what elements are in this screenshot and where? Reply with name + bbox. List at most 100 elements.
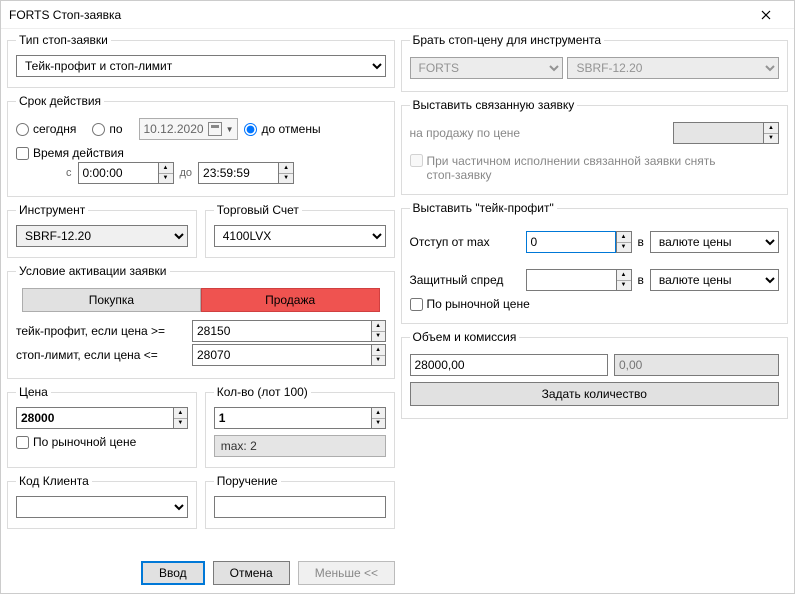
stop-type-group: Тип стоп-заявки Тейк-профит и стоп-лимит — [7, 33, 395, 88]
spin-down-icon[interactable]: ▼ — [372, 356, 385, 366]
sl-price-input[interactable] — [192, 344, 371, 366]
spread-input[interactable] — [526, 269, 616, 291]
chevron-down-icon: ▼ — [226, 125, 234, 134]
price-spinner[interactable]: ▲▼ — [16, 407, 188, 429]
spin-up-icon[interactable]: ▲ — [617, 270, 631, 281]
spread-in-label: в — [638, 273, 644, 287]
less-button[interactable]: Меньше << — [298, 561, 395, 585]
radio-today-input[interactable] — [16, 123, 29, 136]
spin-down-icon[interactable]: ▼ — [174, 419, 187, 429]
submit-button[interactable]: Ввод — [141, 561, 205, 585]
client-code-group: Код Клиента — [7, 474, 197, 529]
time-from-spinner[interactable]: ▲▼ — [78, 162, 174, 184]
spin-up-icon[interactable]: ▲ — [617, 232, 631, 243]
price-legend: Цена — [16, 385, 51, 399]
order-ref-legend: Поручение — [214, 474, 281, 488]
order-ref-input[interactable] — [214, 496, 386, 518]
calendar-icon — [208, 122, 222, 136]
check-market-price-input[interactable] — [16, 436, 29, 449]
spin-down-icon[interactable]: ▼ — [159, 174, 173, 184]
check-time-range-input[interactable] — [16, 147, 29, 160]
window-title: FORTS Стоп-заявка — [9, 8, 121, 22]
linked-price-input[interactable] — [673, 122, 763, 144]
radio-today[interactable]: сегодня — [16, 122, 76, 136]
tp-condition-label: тейк-профит, если цена >= — [16, 324, 186, 338]
account-select[interactable]: 4100LVX — [214, 225, 386, 247]
commission-display — [614, 354, 779, 376]
offset-unit-select[interactable]: валюте цены — [650, 231, 779, 253]
account-group: Торговый Счет 4100LVX — [205, 203, 395, 258]
time-from-input[interactable] — [78, 162, 158, 184]
spread-label: Защитный спред — [410, 273, 520, 287]
spread-unit-select[interactable]: валюте цены — [650, 269, 779, 291]
qty-spinner[interactable]: ▲▼ — [214, 407, 386, 429]
linked-order-legend: Выставить связанную заявку — [410, 98, 578, 112]
activation-legend: Условие активации заявки — [16, 264, 170, 278]
spread-spinner[interactable]: ▲▼ — [526, 269, 632, 291]
source-market-select[interactable]: FORTS — [410, 57, 564, 79]
buy-toggle[interactable]: Покупка — [22, 288, 201, 312]
source-instrument-select[interactable]: SBRF-12.20 — [567, 57, 779, 79]
cancel-button[interactable]: Отмена — [213, 561, 290, 585]
qty-legend: Кол-во (лот 100) — [214, 385, 311, 399]
time-from-label: с — [66, 167, 72, 179]
linked-price-spinner[interactable]: ▲▼ — [673, 122, 779, 144]
spin-up-icon[interactable]: ▲ — [279, 163, 293, 174]
check-partial-cancel[interactable]: При частичном исполнении связанной заявк… — [410, 154, 727, 182]
spin-down-icon[interactable]: ▼ — [279, 174, 293, 184]
left-column: Тип стоп-заявки Тейк-профит и стоп-лимит… — [7, 31, 395, 551]
offset-in-label: в — [638, 235, 644, 249]
spin-up-icon[interactable]: ▲ — [372, 345, 385, 356]
offset-spinner[interactable]: ▲▼ — [526, 231, 632, 253]
qty-group: Кол-во (лот 100) ▲▼ max: 2 — [205, 385, 395, 468]
sl-price-spinner[interactable]: ▲▼ — [192, 344, 386, 366]
instrument-legend: Инструмент — [16, 203, 88, 217]
instrument-select[interactable]: SBRF-12.20 — [16, 225, 188, 247]
spin-up-icon[interactable]: ▲ — [159, 163, 173, 174]
stop-type-select[interactable]: Тейк-профит и стоп-лимит — [16, 55, 386, 77]
check-time-range[interactable]: Время действия — [16, 146, 124, 160]
sell-toggle[interactable]: Продажа — [201, 288, 380, 312]
stop-type-legend: Тип стоп-заявки — [16, 33, 111, 47]
close-button[interactable] — [746, 3, 786, 27]
radio-until[interactable]: по — [92, 122, 122, 136]
check-tp-market[interactable]: По рыночной цене — [410, 297, 530, 311]
take-profit-group: Выставить "тейк-профит" Отступ от max ▲▼… — [401, 201, 789, 324]
offset-input[interactable] — [526, 231, 616, 253]
spin-down-icon[interactable]: ▼ — [372, 419, 385, 429]
take-profit-legend: Выставить "тейк-профит" — [410, 201, 557, 215]
radio-until-input[interactable] — [92, 123, 105, 136]
spin-up-icon[interactable]: ▲ — [372, 321, 385, 332]
footer: Ввод Отмена Меньше << — [1, 553, 794, 593]
spin-down-icon[interactable]: ▼ — [617, 281, 631, 291]
price-input[interactable] — [16, 407, 173, 429]
source-group: Брать стоп-цену для инструмента FORTS SB… — [401, 33, 789, 92]
radio-gtc[interactable]: до отмены — [244, 122, 320, 136]
account-legend: Торговый Счет — [214, 203, 302, 217]
offset-label: Отступ от max — [410, 235, 520, 249]
spin-down-icon[interactable]: ▼ — [764, 134, 778, 144]
right-column: Брать стоп-цену для инструмента FORTS SB… — [401, 31, 789, 551]
tp-price-input[interactable] — [192, 320, 371, 342]
spin-up-icon[interactable]: ▲ — [764, 123, 778, 134]
check-tp-market-input[interactable] — [410, 298, 423, 311]
check-market-price[interactable]: По рыночной цене — [16, 435, 136, 449]
time-to-input[interactable] — [198, 162, 278, 184]
until-date-picker[interactable]: 10.12.2020 ▼ — [139, 118, 239, 140]
time-to-spinner[interactable]: ▲▼ — [198, 162, 294, 184]
radio-gtc-input[interactable] — [244, 123, 257, 136]
check-partial-cancel-input[interactable] — [410, 154, 423, 167]
spin-up-icon[interactable]: ▲ — [372, 408, 385, 419]
tp-price-spinner[interactable]: ▲▼ — [192, 320, 386, 342]
spin-down-icon[interactable]: ▼ — [617, 243, 631, 253]
set-quantity-button[interactable]: Задать количество — [410, 382, 780, 406]
volume-group: Объем и комиссия Задать количество — [401, 330, 789, 419]
qty-input[interactable] — [214, 407, 371, 429]
spin-down-icon[interactable]: ▼ — [372, 332, 385, 342]
spin-up-icon[interactable]: ▲ — [174, 408, 187, 419]
client-code-select[interactable] — [16, 496, 188, 518]
close-icon — [761, 10, 771, 20]
volume-amount-input[interactable] — [410, 354, 609, 376]
stop-order-dialog: FORTS Стоп-заявка Тип стоп-заявки Тейк-п… — [0, 0, 795, 594]
linked-order-group: Выставить связанную заявку на продажу по… — [401, 98, 789, 195]
